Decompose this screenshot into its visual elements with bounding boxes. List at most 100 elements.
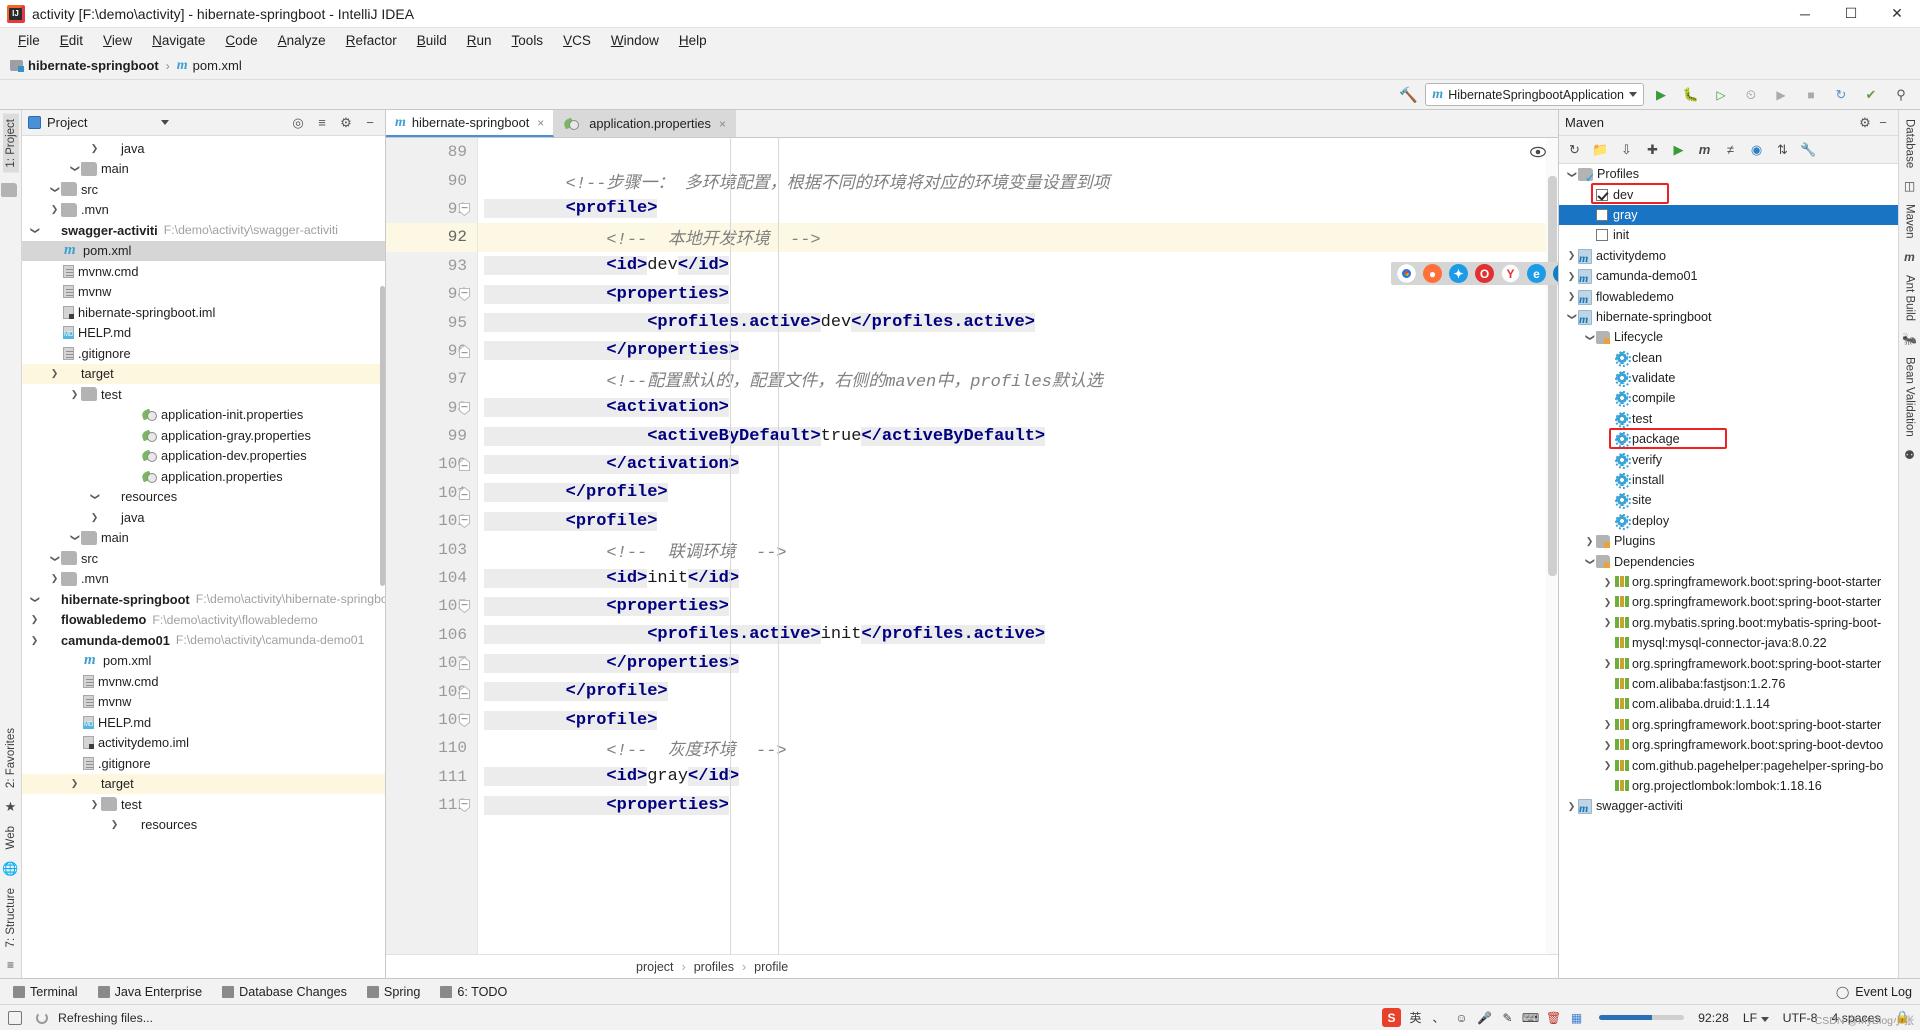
sidebar-item-web[interactable]: Web (3, 821, 19, 854)
fold-open-icon[interactable] (459, 288, 470, 301)
expand-arrow-icon[interactable] (1583, 536, 1596, 547)
expand-arrow-icon[interactable] (68, 778, 81, 789)
tree-row[interactable]: .mvn (22, 200, 385, 221)
mic-icon[interactable]: 🎤 (1476, 1009, 1493, 1026)
code-line[interactable]: <profile> (478, 507, 1558, 535)
maven-tree-row[interactable]: validate (1559, 368, 1898, 388)
maven-tree-row[interactable]: mysql:mysql-connector-java:8.0.22 (1559, 633, 1898, 653)
run-button[interactable]: ▶ (1648, 83, 1674, 107)
maven-tree[interactable]: Profiles dev gray init activitydemo camunda-d… (1559, 164, 1898, 978)
project-scrollbar-thumb[interactable] (380, 286, 385, 586)
wrench-icon[interactable]: 🔧 (1796, 138, 1821, 161)
hide-icon[interactable]: − (361, 114, 379, 132)
bottom-tab-java-enterprise[interactable]: Java Enterprise (89, 983, 212, 1001)
expand-arrow-icon[interactable] (1565, 311, 1578, 322)
profile-checkbox[interactable] (1596, 188, 1608, 201)
tree-row[interactable]: main (22, 528, 385, 549)
punctuation-icon[interactable]: 、 (1430, 1009, 1447, 1026)
expand-arrow-icon[interactable] (1583, 332, 1596, 343)
event-log-area[interactable]: ◯ Event Log (1836, 985, 1920, 999)
line-separator[interactable]: LF (1743, 1011, 1769, 1025)
run-with-coverage-button[interactable]: ▷ (1708, 83, 1734, 107)
run-maven-build-icon[interactable]: ▶ (1666, 138, 1691, 161)
tree-row[interactable]: pom.xml (22, 240, 385, 261)
edge-legacy-icon[interactable]: e (1527, 264, 1546, 283)
expand-arrow-icon[interactable] (68, 389, 81, 400)
expand-arrow-icon[interactable] (48, 573, 61, 584)
expand-arrow-icon[interactable] (28, 635, 41, 646)
tree-row[interactable]: camunda-demo01 F:\demo\activity\camunda-d… (22, 630, 385, 651)
gear-icon[interactable]: ⚙ (1856, 114, 1874, 132)
maven-tree-row[interactable]: Plugins (1559, 531, 1898, 551)
download-sources-icon[interactable]: ⇩ (1614, 138, 1639, 161)
caret-position[interactable]: 92:28 (1698, 1011, 1729, 1025)
fold-open-icon[interactable] (459, 799, 470, 813)
editor-breadcrumb-item[interactable]: project (636, 960, 674, 974)
maven-tree-row[interactable]: camunda-demo01 (1559, 266, 1898, 286)
maven-tree-row[interactable]: Dependencies (1559, 551, 1898, 571)
code-line[interactable]: <profile> (478, 706, 1558, 734)
fold-open-icon[interactable] (459, 600, 470, 614)
maximize-button[interactable]: ☐ (1828, 0, 1874, 28)
expand-arrow-icon[interactable] (28, 594, 41, 605)
expand-arrow-icon[interactable] (88, 799, 101, 810)
sidebar-item-bean-validation[interactable]: Bean Validation (1902, 352, 1918, 442)
tree-row[interactable]: resources (22, 815, 385, 836)
maven-tree-row[interactable]: test (1559, 409, 1898, 429)
tree-row[interactable]: test (22, 794, 385, 815)
code-line[interactable]: <profiles.active> dev </profiles.active> (478, 308, 1558, 336)
add-maven-project-icon[interactable]: 📁 (1588, 138, 1613, 161)
tree-row[interactable]: .mvn (22, 569, 385, 590)
preview-eye-icon[interactable] (1530, 146, 1546, 158)
profile-button[interactable]: ⏲ (1738, 83, 1764, 107)
tree-row[interactable]: mvnw (22, 692, 385, 713)
expand-arrow-icon[interactable] (1601, 617, 1614, 628)
menu-item-edit[interactable]: Edit (50, 31, 93, 50)
layout-toggle-icon[interactable] (8, 1010, 22, 1025)
fold-open-icon[interactable] (459, 515, 470, 529)
menu-item-refactor[interactable]: Refactor (336, 31, 407, 50)
expand-arrow-icon[interactable] (1601, 760, 1614, 771)
expand-arrow-icon[interactable] (68, 532, 81, 543)
tree-row[interactable]: application.properties (22, 466, 385, 487)
expand-arrow-icon[interactable] (1565, 169, 1578, 180)
breadcrumb-file[interactable]: m pom.xml (173, 58, 246, 74)
maven-tree-row[interactable]: clean (1559, 348, 1898, 368)
close-button[interactable]: ✕ (1874, 0, 1920, 28)
menu-item-help[interactable]: Help (669, 31, 717, 50)
menu-item-vcs[interactable]: VCS (553, 31, 601, 50)
collapse-all-icon[interactable]: ≡ (313, 114, 331, 132)
editor-scrollbar-thumb[interactable] (1548, 176, 1557, 576)
run-configuration-selector[interactable]: m HibernateSpringbootApplication (1425, 83, 1644, 106)
code-line[interactable]: </profile> (478, 677, 1558, 705)
execute-goal-icon[interactable]: ◉ (1744, 138, 1769, 161)
tree-row[interactable]: hibernate-springboot F:\demo\activity\hib… (22, 589, 385, 610)
close-icon[interactable]: × (537, 116, 544, 130)
tree-row[interactable]: mvnw (22, 282, 385, 303)
encoding-label[interactable]: UTF-8 (1783, 1011, 1818, 1025)
menu-item-run[interactable]: Run (457, 31, 502, 50)
code-line[interactable]: </properties> (478, 337, 1558, 365)
tree-row[interactable]: target (22, 773, 385, 794)
tree-row[interactable]: .gitignore (22, 343, 385, 364)
maven-tree-row[interactable]: activitydemo (1559, 246, 1898, 266)
code-line[interactable]: <!--配置默认的，配置文件，右侧的maven中，profiles默认选 (478, 365, 1558, 393)
maven-tree-row[interactable]: dev (1559, 184, 1898, 204)
menu-item-view[interactable]: View (93, 31, 142, 50)
tree-row[interactable]: java (22, 507, 385, 528)
refresh-icon[interactable]: ↻ (1562, 138, 1587, 161)
hide-icon[interactable]: − (1874, 114, 1892, 132)
tree-row[interactable]: application-init.properties (22, 405, 385, 426)
emoji-icon[interactable]: ☺ (1453, 1009, 1470, 1026)
code-line[interactable]: <id> gray </id> (478, 763, 1558, 791)
maven-tree-row[interactable]: Lifecycle (1559, 327, 1898, 347)
code-line[interactable]: <!-- 本地开发环境 --> (478, 223, 1558, 252)
bottom-tab-database-changes[interactable]: Database Changes (213, 983, 356, 1001)
tree-row[interactable]: src (22, 179, 385, 200)
project-tree[interactable]: javamainsrc.mvnswagger-activitiF:\demo\a… (22, 136, 385, 978)
tree-row[interactable]: main (22, 159, 385, 180)
locate-icon[interactable]: ◎ (289, 114, 307, 132)
code-line[interactable]: <activeByDefault> true </activeByDefault> (478, 422, 1558, 450)
fold-open-icon[interactable] (459, 202, 470, 216)
expand-arrow-icon[interactable] (28, 614, 41, 625)
